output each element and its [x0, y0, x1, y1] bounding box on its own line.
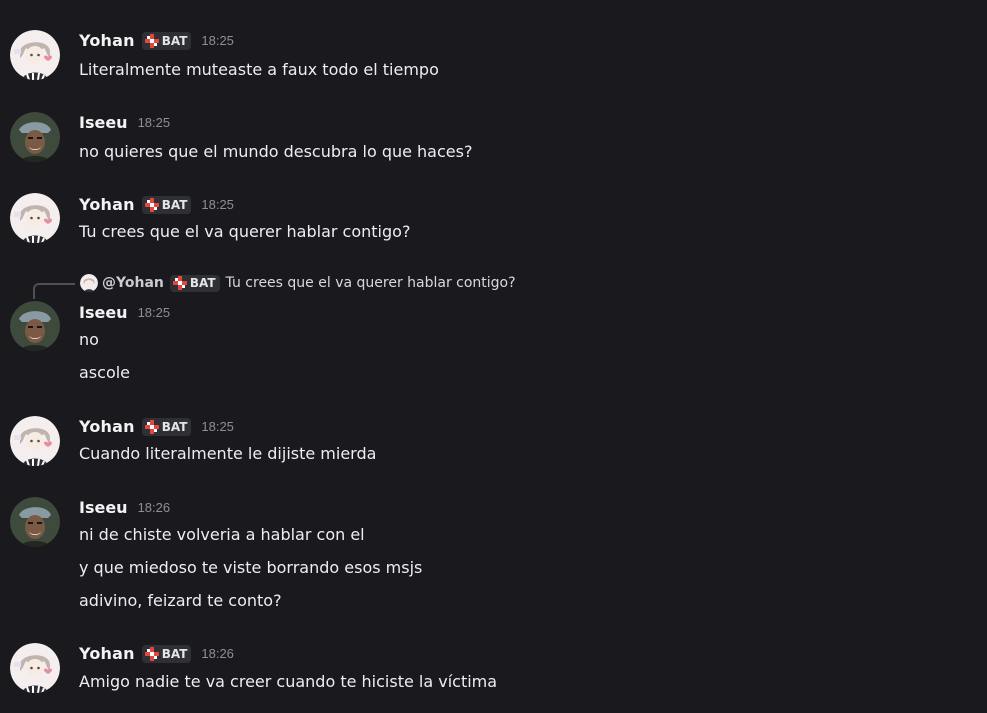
message-header: Yohan BAT 18:26 — [79, 643, 234, 665]
message-group: Yohan BAT 18:26 Amigo nadie te va creer … — [0, 643, 987, 703]
bat-tag-icon — [144, 420, 159, 434]
reply-content[interactable]: @Yohan BAT Tu crees que el va querer hab… — [80, 272, 516, 294]
timestamp[interactable]: 18:25 — [138, 112, 171, 134]
tag-label: BAT — [161, 198, 188, 212]
server-tag-badge[interactable]: BAT — [141, 418, 192, 436]
message-header: Iseeu 18:26 — [79, 497, 170, 519]
message-text: no quieres que el mundo descubra lo que … — [79, 142, 473, 161]
message-group: Yohan BAT 18:25 Tu crees que el va quere… — [0, 193, 987, 253]
message-header: Iseeu 18:25 — [79, 302, 170, 324]
message-text: Tu crees que el va querer hablar contigo… — [79, 222, 411, 241]
tag-label: BAT — [161, 420, 188, 434]
tag-label: BAT — [189, 276, 216, 290]
message-text: adivino, feizard te conto? — [79, 591, 282, 610]
message-group: Yohan BAT 18:25 Cuando literalmente le d… — [0, 416, 987, 476]
message-text: Amigo nadie te va creer cuando te hicist… — [79, 672, 498, 691]
timestamp[interactable]: 18:25 — [201, 416, 234, 438]
server-tag-badge[interactable]: BAT — [141, 645, 192, 663]
tag-label: BAT — [161, 647, 188, 661]
server-tag-badge[interactable]: BAT — [141, 32, 192, 50]
message-group: @Yohan BAT Tu crees que el va querer hab… — [0, 272, 987, 387]
bat-tag-icon — [144, 198, 159, 212]
username[interactable]: Iseeu — [79, 302, 128, 324]
server-tag-badge[interactable]: BAT — [169, 274, 220, 292]
username[interactable]: Iseeu — [79, 112, 128, 134]
message-header: Yohan BAT 18:25 — [79, 194, 234, 216]
message-text: Literalmente muteaste a faux todo el tie… — [79, 60, 439, 79]
reply-username[interactable]: @Yohan — [102, 275, 164, 291]
reply-text[interactable]: Tu crees que el va querer hablar contigo… — [226, 275, 516, 291]
timestamp[interactable]: 18:26 — [138, 497, 171, 519]
bat-tag-icon — [144, 34, 159, 48]
yohan-avatar-icon[interactable] — [10, 193, 60, 243]
tag-label: BAT — [161, 34, 188, 48]
message-text: ascole — [79, 363, 131, 382]
timestamp[interactable]: 18:25 — [138, 302, 171, 324]
timestamp[interactable]: 18:25 — [201, 30, 234, 52]
message-text: ni de chiste volveria a hablar con el — [79, 525, 365, 544]
message-header: Yohan BAT 18:25 — [79, 30, 234, 52]
chat-message-list: Yohan BAT 18:25 Literalmente muteaste a … — [0, 0, 987, 713]
yohan-reply-avatar-icon — [80, 274, 98, 292]
timestamp[interactable]: 18:25 — [201, 194, 234, 216]
reply-preview[interactable]: @Yohan BAT Tu crees que el va querer hab… — [0, 272, 987, 299]
message-group: Iseeu 18:25 no quieres que el mundo desc… — [0, 112, 987, 172]
message-group: Iseeu 18:26 ni de chiste volveria a habl… — [0, 497, 987, 617]
message-text: no — [79, 330, 99, 349]
username[interactable]: Yohan — [79, 30, 135, 52]
username[interactable]: Yohan — [79, 194, 135, 216]
message-group: Yohan BAT 18:25 Literalmente muteaste a … — [0, 30, 987, 90]
reply-connector-line — [33, 283, 75, 299]
message-header: Iseeu 18:25 — [79, 112, 170, 134]
server-tag-badge[interactable]: BAT — [141, 196, 192, 214]
username[interactable]: Iseeu — [79, 497, 128, 519]
yohan-avatar-icon[interactable] — [10, 643, 60, 693]
username[interactable]: Yohan — [79, 643, 135, 665]
yohan-avatar-icon[interactable] — [10, 30, 60, 80]
message-text: Cuando literalmente le dijiste mierda — [79, 444, 377, 463]
iseeu-avatar-icon[interactable] — [10, 112, 60, 162]
message-text: y que miedoso te viste borrando esos msj… — [79, 558, 423, 577]
iseeu-avatar-icon[interactable] — [10, 497, 60, 547]
yohan-avatar-icon[interactable] — [10, 416, 60, 466]
timestamp[interactable]: 18:26 — [201, 643, 234, 665]
message-header: Yohan BAT 18:25 — [79, 416, 234, 438]
username[interactable]: Yohan — [79, 416, 135, 438]
bat-tag-icon — [144, 647, 159, 661]
iseeu-avatar-icon[interactable] — [10, 301, 60, 351]
bat-tag-icon — [172, 276, 187, 290]
